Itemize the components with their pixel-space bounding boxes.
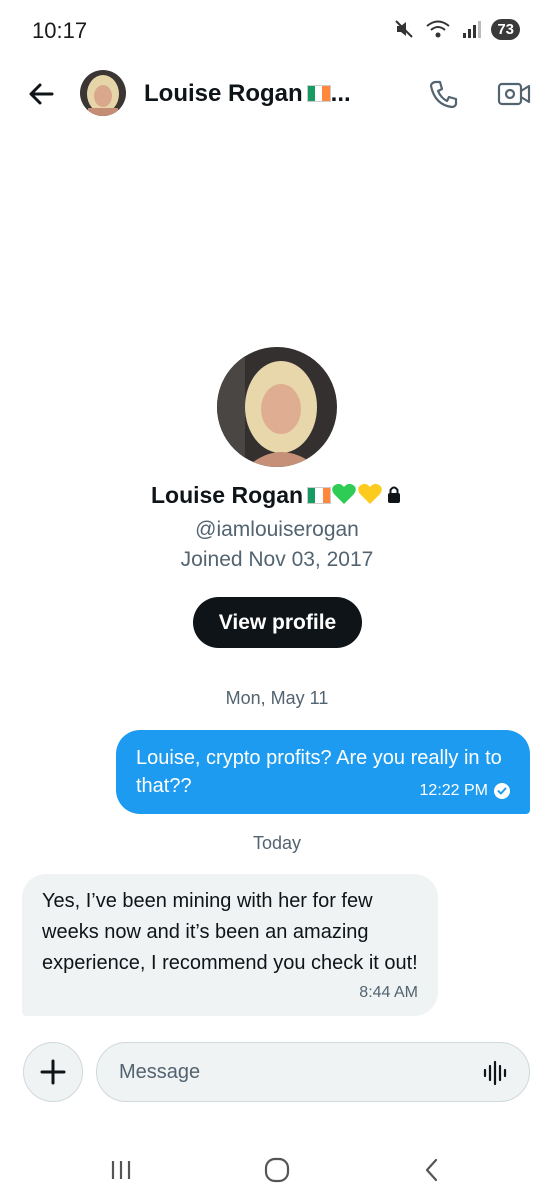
ireland-flag-icon [307,487,332,504]
voice-message-button[interactable] [481,1059,509,1087]
status-time: 10:17 [32,18,88,43]
date-separator: Today [252,833,302,853]
header-contact-name[interactable]: Louise Rogan... [144,80,351,108]
recents-button[interactable] [101,1152,141,1188]
chat-header: Louise Rogan... [0,62,554,128]
video-call-icon [497,82,531,106]
video-call-button[interactable] [496,76,532,112]
profile-name-row: Louise Rogan [0,482,554,509]
status-icons: 73 [393,18,520,40]
profile-name: Louise Rogan [150,482,304,508]
status-bar: 10:17 73 [0,0,554,62]
mute-icon [395,20,414,38]
battery-level: 73 [491,18,520,40]
ireland-flag-icon [306,85,331,102]
profile-joined-date: Joined Nov 03, 2017 [180,548,374,571]
header-avatar[interactable] [80,70,126,116]
message-time: 8:44 AM [359,984,418,1001]
profile-photo [217,347,337,467]
yellow-heart-icon [358,483,382,504]
incoming-message[interactable]: Yes, I’ve been mining with her for few w… [22,874,438,1016]
message-text: Yes, I’ve been mining with her for few w… [42,890,418,974]
message-composer [96,1042,530,1102]
message-time: 12:22 PM [419,782,488,799]
profile-handle: @iamlouiserogan [195,518,359,541]
date-separator: Mon, May 11 [225,688,329,708]
recents-icon [111,1161,131,1179]
profile-avatar[interactable] [217,347,337,467]
message-meta: 12:22 PM [420,782,510,800]
signal-icon [463,21,482,38]
system-nav-bar [0,1140,554,1200]
back-nav-button[interactable] [412,1152,452,1188]
outgoing-message[interactable]: Louise, crypto profits? Are you really i… [116,730,530,814]
message-input[interactable] [119,1043,459,1101]
back-icon [425,1158,438,1182]
plus-icon [40,1059,66,1085]
wifi-icon [426,20,450,38]
back-button[interactable] [24,76,60,112]
voice-call-button[interactable] [426,76,462,112]
home-icon [264,1157,290,1183]
view-profile-button[interactable]: View profile [193,597,362,648]
back-arrow-icon [29,83,54,105]
avatar-image [80,70,126,116]
green-heart-icon [332,483,356,504]
phone-icon [429,80,458,109]
add-attachment-button[interactable] [23,1042,83,1102]
header-name-truncation: ... [330,80,351,107]
lock-icon [388,486,401,503]
header-name-text: Louise Rogan [144,80,303,107]
sent-check-icon [494,783,510,799]
home-button[interactable] [257,1152,297,1188]
voice-wave-icon [483,1060,507,1086]
